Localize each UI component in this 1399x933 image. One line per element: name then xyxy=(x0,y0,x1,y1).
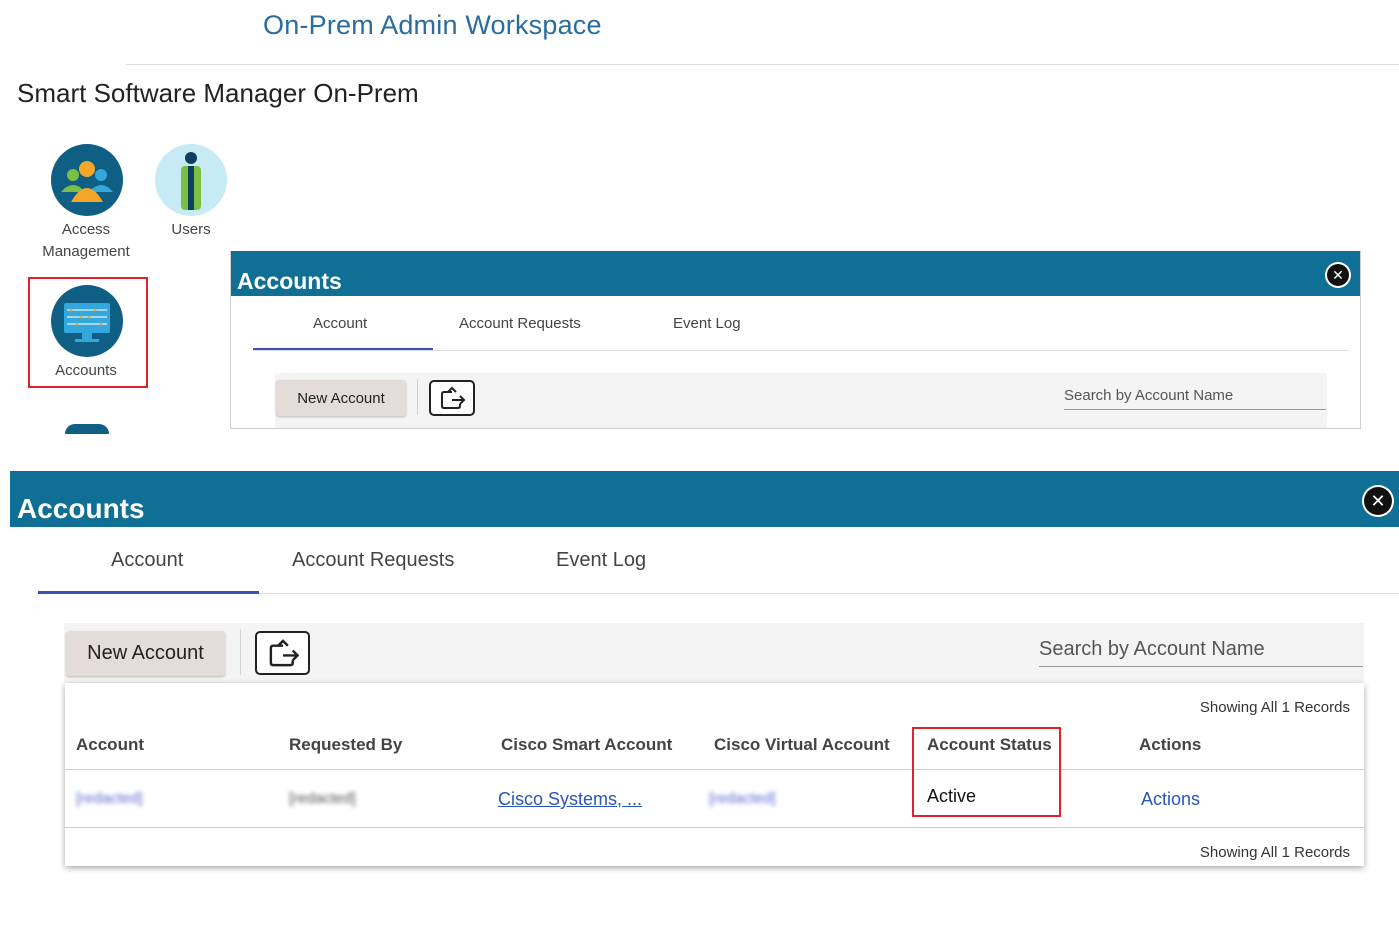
export-button[interactable] xyxy=(255,631,310,675)
export-icon xyxy=(269,639,299,667)
new-account-button[interactable]: New Account xyxy=(66,631,225,676)
smart-account-link[interactable]: Cisco Systems, ... xyxy=(498,789,642,810)
users-label[interactable]: Users xyxy=(160,219,222,241)
monitor-icon xyxy=(64,303,110,342)
access-management-label[interactable]: Access Management xyxy=(30,219,142,263)
accounts-panel: Accounts ✕ Account Account Requests Even… xyxy=(10,471,1399,933)
toolbar-separator xyxy=(240,629,241,675)
panel-title: Accounts xyxy=(237,268,342,294)
column-header-actions[interactable]: Actions xyxy=(1139,735,1201,755)
workspace-title: On-Prem Admin Workspace xyxy=(263,10,602,40)
panel-header: Accounts ✕ xyxy=(10,471,1399,527)
column-header-virtual-account[interactable]: Cisco Virtual Account xyxy=(714,735,890,755)
accounts-icon[interactable] xyxy=(51,285,123,357)
requested-by-cell: [redacted] xyxy=(289,790,356,807)
panel-title: Accounts xyxy=(17,493,145,524)
tab-account-requests[interactable]: Account Requests xyxy=(459,315,581,332)
account-name-cell[interactable]: [redacted] xyxy=(76,790,143,807)
header-divider xyxy=(65,769,1364,770)
close-icon: ✕ xyxy=(1364,487,1392,515)
close-button[interactable]: ✕ xyxy=(1325,262,1351,288)
people-group-icon xyxy=(61,161,113,202)
column-header-requested-by[interactable]: Requested By xyxy=(289,735,402,755)
export-icon xyxy=(441,386,466,409)
person-icon xyxy=(181,152,201,210)
row-divider xyxy=(65,827,1364,828)
search-input[interactable] xyxy=(1039,633,1363,667)
partial-tile-icon[interactable] xyxy=(65,424,109,434)
close-icon: ✕ xyxy=(1327,264,1349,286)
export-button[interactable] xyxy=(429,380,475,416)
panel-header: Accounts ✕ xyxy=(231,251,1360,296)
close-button[interactable]: ✕ xyxy=(1362,485,1394,517)
app-title: Smart Software Manager On-Prem xyxy=(17,78,419,108)
accounts-panel-preview: Accounts ✕ Account Account Requests Even… xyxy=(230,251,1361,429)
active-tab-indicator xyxy=(38,591,259,594)
tab-divider xyxy=(253,350,1349,351)
search-input[interactable] xyxy=(1064,382,1326,410)
virtual-account-cell: [redacted] xyxy=(709,790,776,807)
active-tab-indicator xyxy=(253,348,433,350)
tab-event-log[interactable]: Event Log xyxy=(556,549,646,572)
new-account-button[interactable]: New Account xyxy=(276,380,406,416)
records-count-bottom: Showing All 1 Records xyxy=(1199,844,1350,861)
accounts-label[interactable]: Accounts xyxy=(36,360,136,382)
column-header-smart-account[interactable]: Cisco Smart Account xyxy=(501,735,672,755)
account-status-highlight xyxy=(912,727,1061,817)
records-count-top: Showing All 1 Records xyxy=(1199,699,1350,716)
tab-account[interactable]: Account xyxy=(111,549,183,572)
tab-event-log[interactable]: Event Log xyxy=(673,315,741,332)
access-management-icon[interactable] xyxy=(51,144,123,216)
column-header-account[interactable]: Account xyxy=(76,735,144,755)
accounts-table: Showing All 1 Records Showing All 1 Reco… xyxy=(65,683,1364,866)
toolbar-separator xyxy=(417,379,418,415)
access-label-line1: Access xyxy=(61,221,111,238)
access-label-line2: Management xyxy=(42,243,130,260)
users-icon[interactable] xyxy=(155,144,227,216)
actions-link[interactable]: Actions xyxy=(1141,789,1200,810)
tab-account-requests[interactable]: Account Requests xyxy=(292,549,454,572)
tab-account[interactable]: Account xyxy=(313,315,367,332)
title-divider xyxy=(126,64,1399,65)
